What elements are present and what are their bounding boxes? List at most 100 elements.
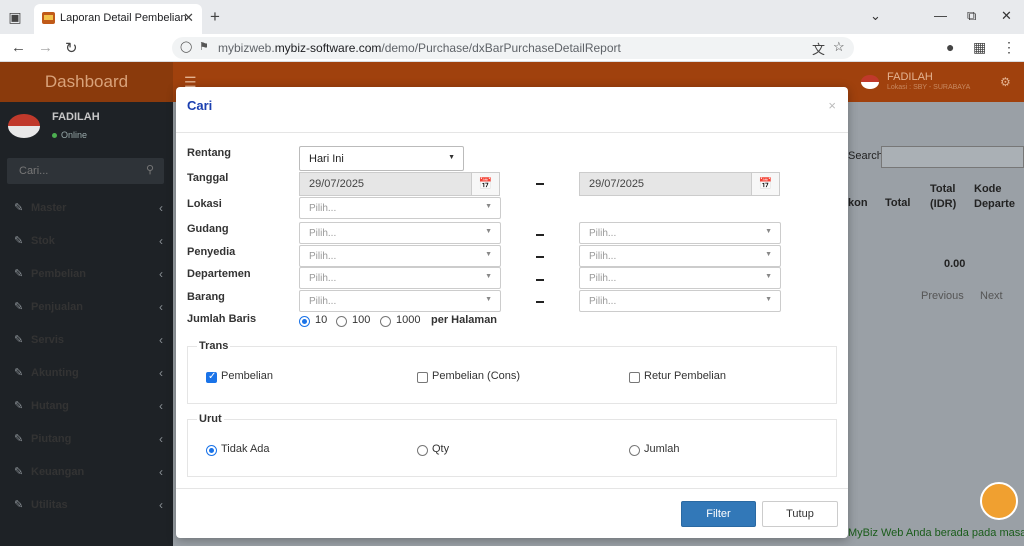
close-icon[interactable]: × bbox=[828, 98, 836, 113]
urut-jumlah-radio[interactable] bbox=[629, 445, 640, 456]
header-user-name[interactable]: FADILAH bbox=[887, 71, 933, 83]
urut-tidak-ada-label: Tidak Ada bbox=[221, 443, 270, 455]
column-header-kon[interactable]: kon bbox=[848, 197, 868, 209]
table-search-input[interactable] bbox=[881, 146, 1024, 168]
total-value: 0.00 bbox=[944, 258, 966, 270]
sidebar-item-label: Master bbox=[31, 202, 67, 214]
pembelian-checkbox[interactable] bbox=[206, 371, 217, 383]
gear-icon[interactable]: ⚙ bbox=[1000, 75, 1011, 89]
departemen-from-select[interactable]: Pilih... ▼ bbox=[299, 267, 501, 289]
sidebar-item-master[interactable]: ✎ Master ‹ bbox=[0, 199, 173, 219]
sidebar-search-input[interactable]: Cari... ⚲ bbox=[7, 158, 164, 184]
sidebar-item-servis[interactable]: ✎ Servis ‹ bbox=[0, 331, 173, 351]
gudang-to-placeholder: Pilih... bbox=[589, 228, 617, 239]
previous-button[interactable]: Previous bbox=[921, 290, 964, 302]
column-header-total[interactable]: Total bbox=[885, 197, 910, 209]
departemen-to-placeholder: Pilih... bbox=[589, 273, 617, 284]
sidebar-item-akunting[interactable]: ✎ Akunting ‹ bbox=[0, 364, 173, 384]
app-brand[interactable]: Dashboard bbox=[0, 62, 173, 102]
rows-1000-radio[interactable] bbox=[380, 316, 391, 327]
tutup-button[interactable]: Tutup bbox=[762, 501, 838, 527]
search-icon[interactable]: ⚲ bbox=[146, 163, 154, 176]
date-to-field[interactable]: 29/07/2025 bbox=[579, 172, 752, 196]
rows-10-radio[interactable] bbox=[299, 316, 310, 327]
sidebar-item-hutang[interactable]: ✎ Hutang ‹ bbox=[0, 397, 173, 417]
caret-down-icon: ▼ bbox=[448, 154, 455, 161]
sidebar-item-pembelian[interactable]: ✎ Pembelian ‹ bbox=[0, 265, 173, 285]
rentang-select[interactable]: Hari Ini ▼ bbox=[299, 146, 464, 171]
chevron-left-icon: ‹ bbox=[159, 300, 163, 314]
departemen-to-select[interactable]: Pilih... ▼ bbox=[579, 267, 781, 289]
restore-icon[interactable]: ⧉ bbox=[967, 8, 976, 24]
sidebar-search-placeholder: Cari... bbox=[19, 165, 49, 177]
penyedia-from-select[interactable]: Pilih... ▼ bbox=[299, 245, 501, 267]
shield-icon: ◯ bbox=[180, 41, 193, 53]
sidebar-item-stok[interactable]: ✎ Stok ‹ bbox=[0, 232, 173, 252]
tab-close-icon[interactable]: ✕ bbox=[183, 10, 194, 26]
retur-pembelian-checkbox[interactable] bbox=[629, 372, 640, 383]
sidebar-item-label: Stok bbox=[31, 235, 55, 247]
urut-qty-radio[interactable] bbox=[417, 445, 428, 456]
penyedia-to-select[interactable]: Pilih... ▼ bbox=[579, 245, 781, 267]
caret-down-icon: ▼ bbox=[765, 296, 772, 303]
sidebar-item-label: Utilitas bbox=[31, 499, 68, 511]
column-header-kode[interactable]: Kode Departe bbox=[974, 182, 1024, 212]
chevron-left-icon: ‹ bbox=[159, 498, 163, 512]
sidebar-item-penjualan[interactable]: ✎ Penjualan ‹ bbox=[0, 298, 173, 318]
next-button[interactable]: Next bbox=[980, 290, 1003, 302]
reload-icon[interactable]: ↻ bbox=[65, 39, 78, 57]
range-separator bbox=[536, 279, 544, 281]
barang-to-select[interactable]: Pilih... ▼ bbox=[579, 290, 781, 312]
calendar-icon[interactable]: 📅 bbox=[751, 172, 780, 196]
chevron-left-icon: ‹ bbox=[159, 432, 163, 446]
browser-tab[interactable]: Laporan Detail Pembelian ✕ bbox=[34, 4, 202, 34]
sidebar-user-name: FADILAH bbox=[52, 111, 100, 123]
caret-down-icon: ▼ bbox=[485, 228, 492, 235]
translate-icon[interactable]: 文 bbox=[812, 39, 825, 58]
rows-100-radio[interactable] bbox=[336, 316, 347, 327]
date-from-field[interactable]: 29/07/2025 bbox=[299, 172, 472, 196]
barang-from-select[interactable]: Pilih... ▼ bbox=[299, 290, 501, 312]
back-icon[interactable]: ← bbox=[11, 39, 26, 56]
label-gudang: Gudang bbox=[187, 223, 229, 235]
sidebar-item-keuangan[interactable]: ✎ Keuangan ‹ bbox=[0, 463, 173, 483]
close-window-icon[interactable]: ✕ bbox=[1001, 8, 1012, 24]
barang-from-placeholder: Pilih... bbox=[309, 296, 337, 307]
per-halaman-label: per Halaman bbox=[431, 314, 498, 326]
menu-icon[interactable]: ⋮ bbox=[1002, 39, 1016, 56]
sidebar-item-utilitas[interactable]: ✎ Utilitas ‹ bbox=[0, 496, 173, 516]
edit-icon: ✎ bbox=[14, 466, 24, 478]
edit-icon: ✎ bbox=[14, 235, 24, 247]
pembelian-cons-checkbox[interactable] bbox=[417, 372, 428, 383]
lokasi-select[interactable]: Pilih... ▼ bbox=[299, 197, 501, 219]
account-icon[interactable]: ● bbox=[946, 39, 954, 55]
chevron-left-icon: ‹ bbox=[159, 399, 163, 413]
date-from-value: 29/07/2025 bbox=[309, 178, 365, 190]
star-icon[interactable]: ☆ bbox=[833, 39, 845, 55]
filter-button[interactable]: Filter bbox=[681, 501, 756, 527]
search-modal: Cari × Rentang Tanggal Lokasi Gudang Pen… bbox=[176, 87, 848, 538]
chevron-left-icon: ‹ bbox=[159, 201, 163, 215]
minimize-icon[interactable]: — bbox=[934, 8, 947, 23]
forward-icon[interactable]: → bbox=[38, 39, 53, 56]
sidebar-item-piutang[interactable]: ✎ Piutang ‹ bbox=[0, 430, 173, 450]
urut-tidak-ada-radio[interactable] bbox=[206, 445, 217, 456]
column-header-total-idr[interactable]: Total (IDR) bbox=[930, 182, 966, 212]
pembelian-label: Pembelian bbox=[221, 370, 273, 382]
departemen-from-placeholder: Pilih... bbox=[309, 273, 337, 284]
chevron-down-icon[interactable]: ⌄ bbox=[870, 8, 881, 24]
extensions-icon[interactable]: ▦ bbox=[973, 39, 986, 56]
new-tab-icon[interactable]: + bbox=[210, 7, 220, 27]
barang-to-placeholder: Pilih... bbox=[589, 296, 617, 307]
gudang-from-select[interactable]: Pilih... ▼ bbox=[299, 222, 501, 244]
calendar-icon[interactable]: 📅 bbox=[471, 172, 500, 196]
divider bbox=[176, 132, 848, 133]
chat-avatar-icon[interactable] bbox=[980, 482, 1018, 520]
gudang-to-select[interactable]: Pilih... ▼ bbox=[579, 222, 781, 244]
sidebar-item-label: Akunting bbox=[31, 367, 79, 379]
avatar bbox=[8, 114, 40, 138]
tab-list-icon[interactable]: ▣ bbox=[6, 8, 24, 26]
modal-title: Cari bbox=[187, 98, 213, 113]
sidebar-item-label: Hutang bbox=[31, 400, 69, 412]
address-bar[interactable]: ◯ ⚑ mybizweb.mybiz-software.com/demo/Pur… bbox=[172, 37, 854, 59]
